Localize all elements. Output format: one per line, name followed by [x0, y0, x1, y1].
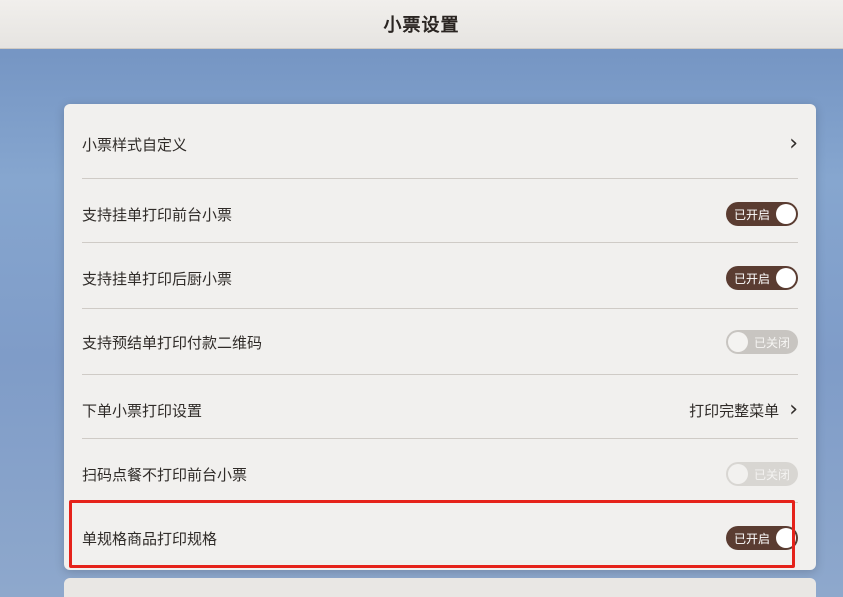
row-hold-front-ticket: 支持挂单打印前台小票 已开启 [82, 194, 798, 234]
divider [82, 374, 798, 375]
toggle-knob [728, 332, 748, 352]
toggle-text: 已关闭 [753, 335, 790, 350]
row-label: 小票样式自定义 [82, 135, 188, 154]
row-label: 支持挂单打印前台小票 [82, 205, 233, 224]
row-value: 打印完整菜单 [689, 401, 780, 420]
toggle-switch[interactable]: 已开启 [726, 202, 798, 226]
row-label: 下单小票打印设置 [82, 401, 203, 420]
toggle-text: 已关闭 [753, 467, 790, 482]
highlight-box [69, 500, 795, 568]
chevron-right-icon[interactable]: › [789, 399, 798, 421]
toggle-knob [776, 204, 796, 224]
toggle-switch[interactable]: 已关闭 [726, 330, 798, 354]
top-bar: 小票设置 [0, 0, 843, 49]
row-label: 支持挂单打印后厨小票 [82, 269, 233, 288]
toggle-knob [728, 464, 748, 484]
next-card-edge [64, 578, 816, 597]
toggle-text: 已开启 [734, 271, 771, 286]
divider [82, 308, 798, 309]
row-prebill-qrcode: 支持预结单打印付款二维码 已关闭 [82, 322, 798, 362]
row-label: 扫码点餐不打印前台小票 [82, 465, 248, 484]
row-scan-order-no-front: 扫码点餐不打印前台小票 已关闭 [82, 454, 798, 494]
toggle-switch[interactable]: 已关闭 [726, 462, 798, 486]
row-ticket-style[interactable]: 小票样式自定义 › [82, 124, 798, 164]
chevron-right-icon[interactable]: › [789, 133, 798, 155]
divider [82, 178, 798, 179]
page-title: 小票设置 [383, 15, 460, 36]
row-order-ticket-print[interactable]: 下单小票打印设置 打印完整菜单 › [82, 390, 798, 430]
toggle-switch[interactable]: 已开启 [726, 266, 798, 290]
row-hold-kitchen-ticket: 支持挂单打印后厨小票 已开启 [82, 258, 798, 298]
divider [82, 242, 798, 243]
toggle-text: 已开启 [734, 207, 771, 222]
toggle-knob [776, 268, 796, 288]
row-label: 支持预结单打印付款二维码 [82, 333, 263, 352]
divider [82, 438, 798, 439]
row-value-group: 打印完整菜单 › [689, 399, 798, 421]
